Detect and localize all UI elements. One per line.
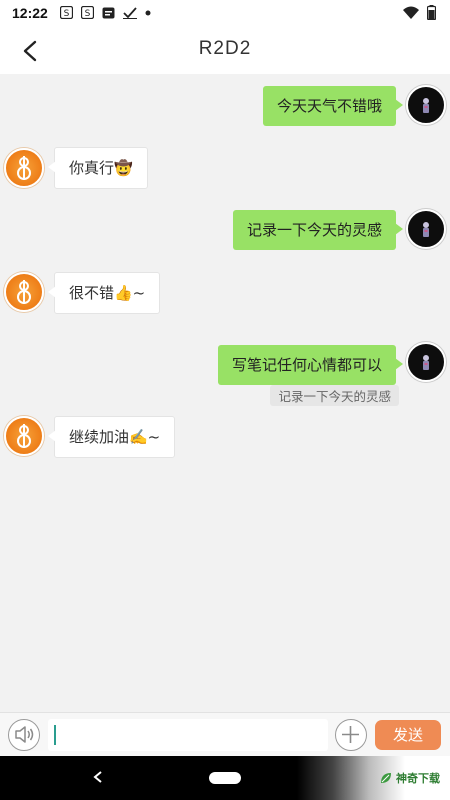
chat-header: R2D2 [0,26,450,74]
status-time: 12:22 [12,5,48,21]
nav-home-button[interactable] [209,772,241,784]
voice-button[interactable] [8,719,40,751]
robot-icon [423,98,429,113]
svg-text:S: S [85,9,91,19]
status-bar: 12:22 S S [0,0,450,26]
bot-logo-icon [17,424,31,448]
bot-avatar[interactable] [4,416,44,456]
text-cursor [54,725,56,745]
nav-back-icon [93,771,102,783]
bot-message-bubble[interactable]: 很不错👍~ [47,272,161,314]
my-message-bubble[interactable]: 今天天气不错哦 [262,86,404,126]
watermark-text: 神奇下载 [396,772,440,785]
check-icon [123,7,137,19]
my-message-bubble[interactable]: 记录一下今天的灵感 [232,210,404,250]
send-button[interactable]: 发送 [375,720,441,750]
system-icons [403,5,436,20]
chat-title: R2D2 [198,38,252,59]
bot-logo-icon [17,156,31,180]
bot-avatar[interactable] [4,272,44,312]
s-badge-icon: S [81,6,94,19]
s-badge-icon: S [60,6,73,19]
svg-text:S: S [64,9,70,19]
bot-logo-icon [17,280,31,304]
robot-avatar[interactable] [406,209,446,249]
input-bar: 发送 [0,712,450,756]
wifi-icon [403,6,419,19]
leaf-logo-icon [381,773,391,783]
bot-avatar[interactable] [4,148,44,188]
message-list[interactable]: 今天天气不错哦 你真行🤠 记录一下今天的灵感 很不错👍~ 写笔记任何心情都可以 … [0,74,450,712]
message-tag[interactable]: 记录一下今天的灵感 [270,385,399,406]
plus-icon [342,726,359,743]
dot-icon [145,10,151,15]
robot-avatar[interactable] [406,85,446,125]
robot-icon [423,222,429,237]
robot-avatar[interactable] [406,342,446,382]
message-input[interactable] [48,719,328,751]
notification-icons: S S [60,6,151,19]
nav-back-button[interactable] [92,769,104,788]
add-button[interactable] [335,719,367,751]
bot-message-bubble[interactable]: 继续加油✍️~ [47,416,176,458]
robot-icon [423,355,429,370]
navigation-bar: 神奇下载 [0,756,450,800]
battery-icon [427,5,436,20]
speaker-icon [15,726,34,743]
bot-message-bubble[interactable]: 你真行🤠 [48,147,148,189]
message-icon [102,7,115,18]
watermark: 神奇下载 [379,770,440,786]
my-message-bubble[interactable]: 写笔记任何心情都可以 [217,345,404,385]
